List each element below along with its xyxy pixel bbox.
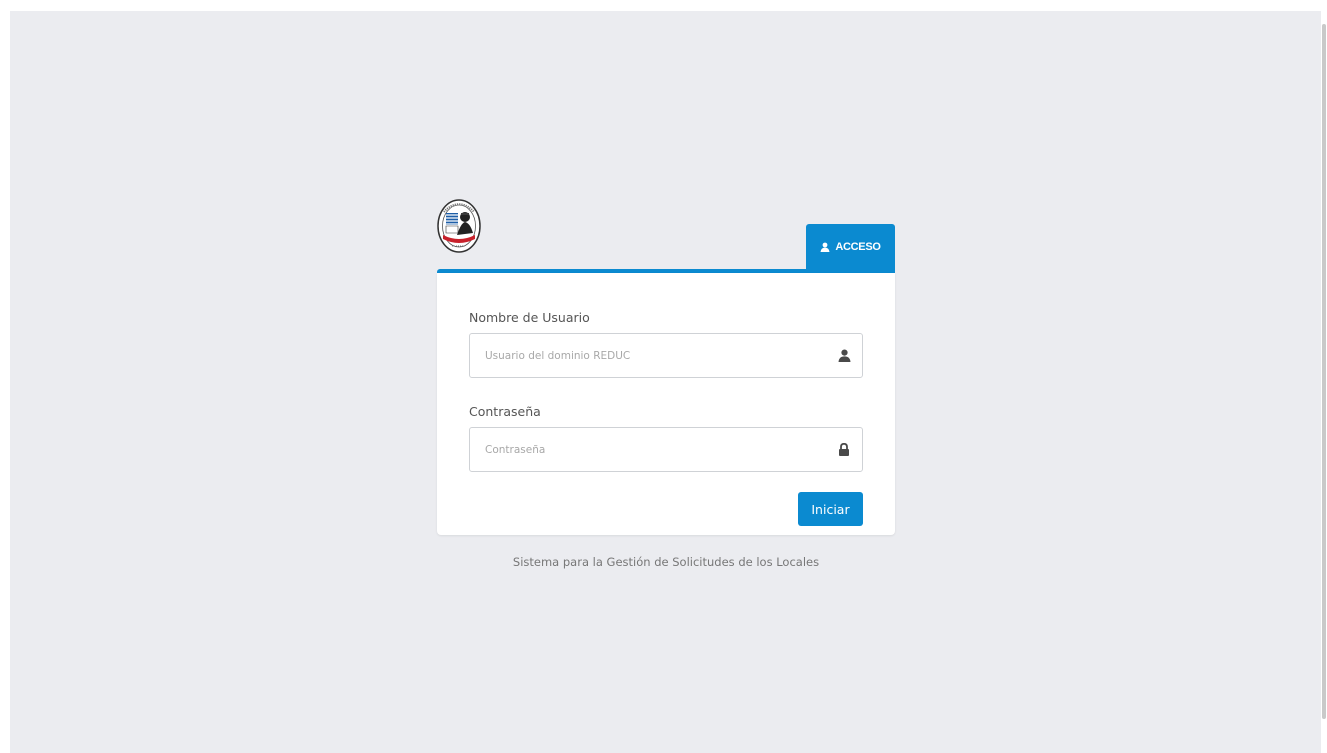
scrollbar-thumb[interactable] (1322, 24, 1326, 719)
tab-acceso[interactable]: ACCESO (806, 224, 895, 269)
username-group (469, 333, 863, 378)
footer-text: Sistema para la Gestión de Solicitudes d… (512, 555, 820, 569)
iniciar-button[interactable]: Iniciar (798, 492, 863, 526)
password-label: Contraseña (469, 404, 541, 419)
institution-logo (437, 199, 481, 253)
user-icon (820, 242, 830, 252)
password-group (469, 427, 863, 472)
form-actions: Iniciar (469, 492, 863, 526)
login-container: ACCESO Nombre de Usuario Contraseña (437, 199, 895, 569)
login-header: ACCESO (437, 199, 895, 269)
username-input[interactable] (469, 333, 863, 378)
tab-label: ACCESO (835, 240, 881, 253)
password-input[interactable] (469, 427, 863, 472)
username-label: Nombre de Usuario (469, 310, 590, 325)
user-icon (837, 349, 851, 363)
login-card: Nombre de Usuario Contraseña Iniciar (437, 273, 895, 535)
lock-icon (837, 443, 851, 457)
